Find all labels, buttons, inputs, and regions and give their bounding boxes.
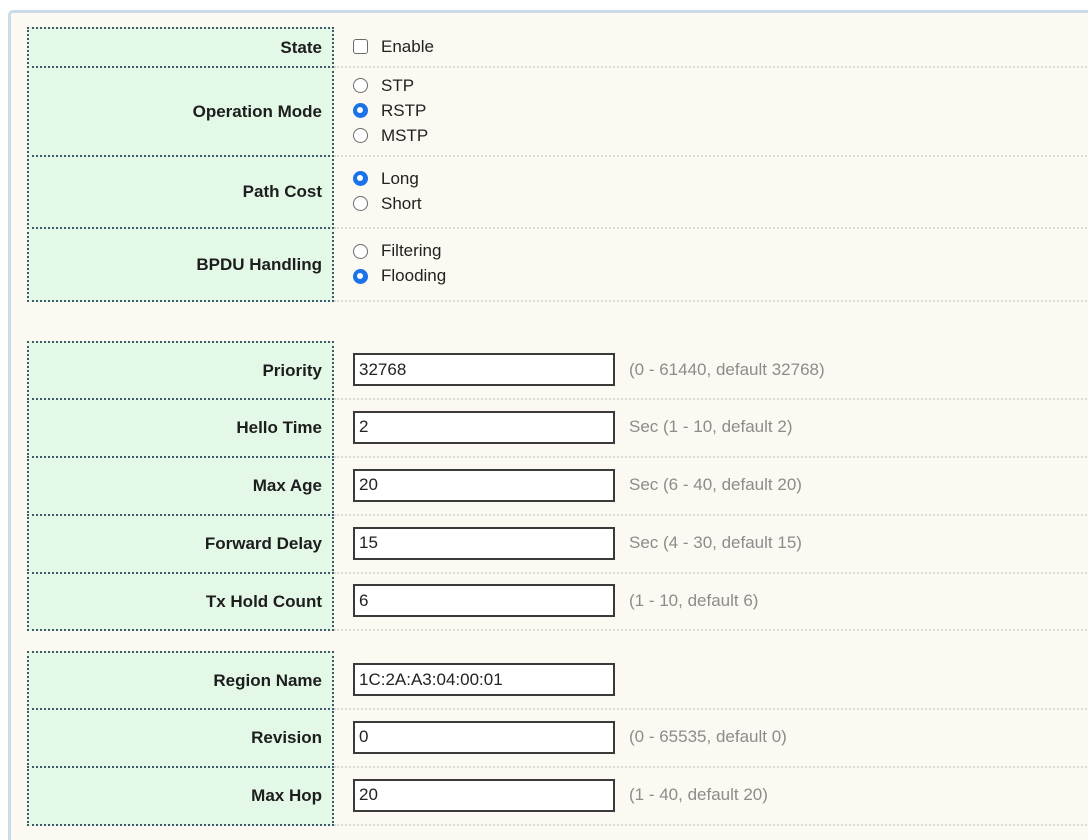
max-hop-input[interactable] xyxy=(353,778,615,812)
max-age-label: Max Age xyxy=(27,456,334,516)
tx-hold-count-hint: (1 - 10, default 6) xyxy=(629,590,759,610)
region-name-input[interactable] xyxy=(353,663,615,696)
path-cost-text-short: Short xyxy=(381,193,422,213)
hello-time-input[interactable] xyxy=(353,410,615,444)
priority-field: (0 - 61440, default 32768) xyxy=(334,341,1088,400)
max-age-hint: Sec (6 - 40, default 20) xyxy=(629,475,802,494)
path-cost-radio-short[interactable] xyxy=(353,196,368,211)
operation-mode-option-rstp[interactable]: RSTP xyxy=(353,98,428,123)
path-cost-option-long[interactable]: Long xyxy=(353,166,422,191)
region-name-row: Region Name xyxy=(27,651,1088,710)
bpdu-handling-label: BPDU Handling xyxy=(27,227,334,302)
path-cost-radio-long[interactable] xyxy=(353,171,368,186)
priority-row: Priority (0 - 61440, default 32768) xyxy=(27,341,1088,400)
bpdu-handling-row: BPDU Handling Filtering Flooding xyxy=(27,227,1088,302)
bpdu-handling-text-filtering: Filtering xyxy=(381,241,442,260)
bpdu-handling-text-flooding: Flooding xyxy=(381,266,447,285)
max-age-row: Max Age Sec (6 - 40, default 20) xyxy=(27,456,1088,516)
operation-mode-radio-rstp[interactable] xyxy=(353,103,368,118)
global-settings-group: State Enable Operation Mode STP RSTP MST… xyxy=(27,27,1088,302)
forward-delay-field: Sec (4 - 30, default 15) xyxy=(334,514,1088,574)
revision-field: (0 - 65535, default 0) xyxy=(334,708,1088,768)
mstp-settings-group: Region Name Revision (0 - 65535, default… xyxy=(27,651,1088,826)
priority-input[interactable] xyxy=(353,353,615,386)
operation-mode-radio-mstp[interactable] xyxy=(353,128,368,143)
operation-mode-text-mstp: MSTP xyxy=(381,125,429,145)
priority-hint: (0 - 61440, default 32768) xyxy=(629,359,825,379)
hello-time-field: Sec (1 - 10, default 2) xyxy=(334,398,1088,458)
bpdu-handling-field: Filtering Flooding xyxy=(334,227,1088,302)
priority-label: Priority xyxy=(27,341,334,400)
state-row: State Enable xyxy=(27,27,1088,68)
path-cost-field: Long Short xyxy=(334,155,1088,229)
state-field: Enable xyxy=(334,27,1088,68)
bpdu-handling-radio-filtering[interactable] xyxy=(353,243,368,259)
state-enable-checkbox[interactable] xyxy=(353,39,368,54)
operation-mode-option-mstp[interactable]: MSTP xyxy=(353,123,428,148)
operation-mode-text-stp: STP xyxy=(381,75,415,95)
state-label: State xyxy=(27,27,334,68)
forward-delay-row: Forward Delay Sec (4 - 30, default 15) xyxy=(27,514,1088,574)
max-age-input[interactable] xyxy=(353,468,615,502)
hello-time-row: Hello Time Sec (1 - 10, default 2) xyxy=(27,398,1088,458)
operation-mode-label: Operation Mode xyxy=(27,66,334,157)
bpdu-handling-option-filtering[interactable]: Filtering xyxy=(353,239,446,264)
bpdu-handling-option-flooding[interactable]: Flooding xyxy=(353,264,446,289)
operation-mode-field: STP RSTP MSTP xyxy=(334,66,1088,157)
bpdu-handling-radio-flooding[interactable] xyxy=(353,268,368,284)
max-hop-label: Max Hop xyxy=(27,766,334,826)
tx-hold-count-input[interactable] xyxy=(353,584,615,617)
bridge-settings-group: Priority (0 - 61440, default 32768) Hell… xyxy=(27,341,1088,631)
tx-hold-count-label: Tx Hold Count xyxy=(27,572,334,631)
stp-settings-panel: State Enable Operation Mode STP RSTP MST… xyxy=(8,10,1088,840)
path-cost-option-short[interactable]: Short xyxy=(353,191,422,216)
revision-input[interactable] xyxy=(353,720,615,754)
forward-delay-hint: Sec (4 - 30, default 15) xyxy=(629,533,802,552)
operation-mode-radio-stp[interactable] xyxy=(353,78,368,93)
region-name-field xyxy=(334,651,1088,710)
tx-hold-count-row: Tx Hold Count (1 - 10, default 6) xyxy=(27,572,1088,631)
path-cost-text-long: Long xyxy=(381,168,419,188)
revision-hint: (0 - 65535, default 0) xyxy=(629,727,787,746)
hello-time-label: Hello Time xyxy=(27,398,334,458)
max-hop-row: Max Hop (1 - 40, default 20) xyxy=(27,766,1088,826)
state-enable-text: Enable xyxy=(381,36,434,56)
operation-mode-text-rstp: RSTP xyxy=(381,100,427,120)
state-enable-option[interactable]: Enable xyxy=(353,34,434,59)
region-name-label: Region Name xyxy=(27,651,334,710)
operation-mode-option-stp[interactable]: STP xyxy=(353,73,428,98)
max-age-field: Sec (6 - 40, default 20) xyxy=(334,456,1088,516)
forward-delay-input[interactable] xyxy=(353,526,615,560)
max-hop-hint: (1 - 40, default 20) xyxy=(629,785,768,804)
path-cost-label: Path Cost xyxy=(27,155,334,229)
hello-time-hint: Sec (1 - 10, default 2) xyxy=(629,417,793,436)
forward-delay-label: Forward Delay xyxy=(27,514,334,574)
operation-mode-row: Operation Mode STP RSTP MSTP xyxy=(27,66,1088,157)
revision-row: Revision (0 - 65535, default 0) xyxy=(27,708,1088,768)
tx-hold-count-field: (1 - 10, default 6) xyxy=(334,572,1088,631)
max-hop-field: (1 - 40, default 20) xyxy=(334,766,1088,826)
revision-label: Revision xyxy=(27,708,334,768)
path-cost-row: Path Cost Long Short xyxy=(27,155,1088,229)
